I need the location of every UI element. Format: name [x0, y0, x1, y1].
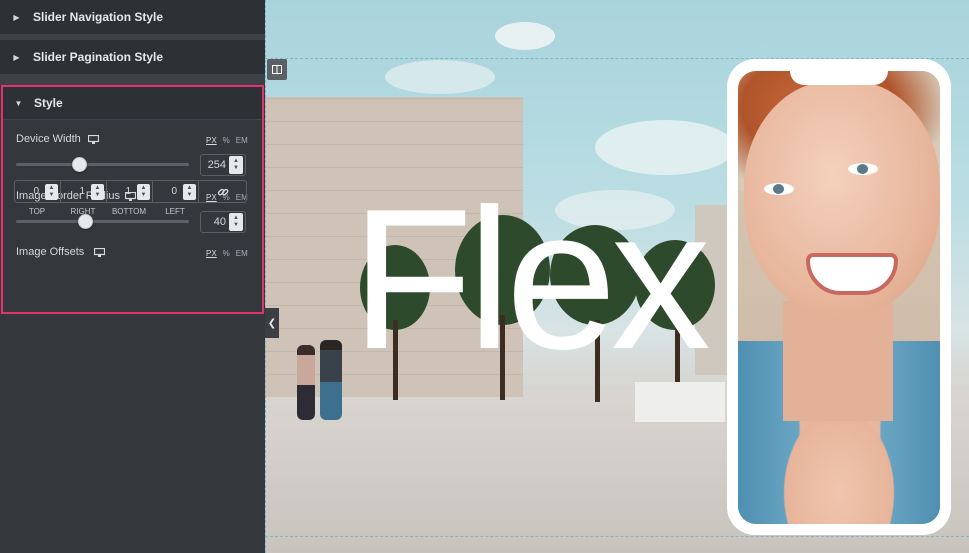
divider [3, 119, 262, 120]
unit-switcher: PX % EM [206, 249, 248, 258]
section-outline [265, 0, 266, 553]
column-handle-button[interactable] [267, 59, 287, 80]
image-border-radius-slider-thumb[interactable] [78, 214, 93, 229]
unit-percent[interactable]: % [223, 249, 230, 258]
phone-notch [790, 59, 888, 85]
section-style-header[interactable]: ▼ Style [3, 87, 262, 119]
offset-bottom-label: BOTTOM [111, 207, 147, 216]
phone-screen-image [738, 71, 940, 524]
offset-left-input[interactable]: 0 ▲ ▼ [153, 181, 199, 202]
number-stepper[interactable]: ▲ ▼ [137, 183, 150, 200]
smile [806, 253, 898, 295]
preview-canvas: Flex [265, 0, 969, 553]
section-slider-pagination-style[interactable]: ▶ Slider Pagination Style [0, 40, 265, 74]
image-border-radius-slider-track[interactable] [16, 220, 189, 223]
offset-left-label: LEFT [165, 207, 185, 216]
neck [783, 301, 893, 421]
collapse-panel-button[interactable]: ❮ [265, 308, 279, 338]
eye [764, 183, 794, 195]
editor-panel: ▶ Slider Navigation Style ▶ Slider Pagin… [0, 0, 265, 553]
section-divider [0, 74, 265, 85]
link-values-button[interactable] [199, 181, 246, 202]
cloud [385, 60, 495, 94]
unit-px[interactable]: PX [206, 249, 217, 258]
offset-right-label: RIGHT [70, 207, 96, 216]
offset-right-input[interactable]: 1 ▲ ▼ [61, 181, 107, 202]
unit-em[interactable]: EM [236, 249, 248, 258]
device-width-slider-thumb[interactable] [72, 157, 87, 172]
device-width-input[interactable]: 254 ▲ ▼ [200, 154, 246, 176]
eye [848, 163, 878, 175]
chevron-left-icon: ❮ [267, 317, 277, 329]
cloud [595, 120, 735, 175]
headline-text[interactable]: Flex [351, 170, 711, 390]
number-stepper[interactable]: ▲ ▼ [45, 183, 58, 200]
pedestrian [297, 345, 315, 420]
caret-right-icon: ▶ [13, 12, 20, 22]
offset-top-label: TOP [28, 207, 46, 216]
caret-down-icon: ▼ [14, 98, 23, 108]
offset-labels: TOP RIGHT BOTTOM LEFT [14, 207, 247, 216]
caret-right-icon: ▶ [13, 52, 20, 62]
section-slider-navigation-style[interactable]: ▶ Slider Navigation Style [0, 0, 265, 34]
offset-top-input[interactable]: 0 ▲ ▼ [15, 181, 61, 202]
section-title: Slider Pagination Style [33, 50, 164, 64]
phone-frame[interactable] [727, 59, 951, 535]
link-icon [217, 188, 228, 195]
pedestrian [320, 340, 342, 420]
cloud [495, 22, 555, 50]
number-stepper[interactable]: ▲ ▼ [229, 156, 243, 174]
unit-em[interactable]: EM [236, 136, 248, 145]
face [744, 81, 940, 316]
image-offsets-label: Image Offsets [16, 246, 85, 258]
number-stepper[interactable]: ▲ ▼ [91, 183, 104, 200]
section-title: Style [34, 96, 63, 110]
device-width-label: Device Width [16, 133, 81, 145]
monitor-icon[interactable] [94, 248, 105, 257]
section-outline [265, 536, 969, 537]
number-stepper[interactable]: ▲ ▼ [183, 183, 196, 200]
image-offsets-control: 0 ▲ ▼ 1 ▲ ▼ 1 ▲ ▼ 0 ▲ ▼ [14, 180, 247, 203]
unit-percent[interactable]: % [223, 136, 230, 145]
unit-px[interactable]: PX [206, 136, 217, 145]
unit-switcher: PX % EM [206, 136, 248, 145]
column-handle-icon [272, 65, 282, 74]
section-title: Slider Navigation Style [33, 10, 164, 24]
device-width-slider-track[interactable] [16, 163, 189, 166]
monitor-icon[interactable] [88, 135, 99, 144]
offset-bottom-input[interactable]: 1 ▲ ▼ [107, 181, 153, 202]
